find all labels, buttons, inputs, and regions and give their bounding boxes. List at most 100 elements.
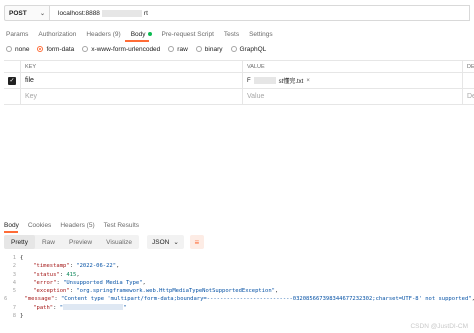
redacted-link[interactable] xyxy=(63,303,124,310)
body-type-options: none form-data x-www-form-urlencoded raw… xyxy=(6,44,266,54)
wrap-lines-icon: ≡ xyxy=(194,237,200,247)
tab-label: Settings xyxy=(249,30,273,38)
header-value: VALUE xyxy=(242,61,462,72)
line-number: 4 xyxy=(12,279,16,286)
method-select[interactable]: POST ⌄ xyxy=(4,5,50,21)
file-chip: F st懂完.txt × xyxy=(247,76,310,85)
wrap-lines-button[interactable]: ≡ xyxy=(189,235,204,249)
view-raw-button[interactable]: Raw xyxy=(35,235,62,249)
tab-label: Pre-request Script xyxy=(161,30,214,38)
radio-form-data[interactable]: form-data xyxy=(37,46,74,53)
status-dot-icon xyxy=(147,32,152,36)
code-line: 8} xyxy=(4,312,470,320)
header-key: KEY xyxy=(20,61,242,72)
json-value: 415 xyxy=(66,271,77,278)
file-name-suffix: st懂完.txt xyxy=(278,79,304,85)
line-number: 3 xyxy=(12,271,16,278)
radio-label: x-www-form-urlencoded xyxy=(91,45,161,53)
tab-tests[interactable]: Tests xyxy=(224,28,239,40)
json-key: "exception" xyxy=(33,288,70,295)
chevron-down-icon: ⌄ xyxy=(39,10,45,17)
tab-pre-request-script[interactable]: Pre-request Script xyxy=(162,28,214,40)
radio-icon xyxy=(6,46,12,52)
value-cell[interactable]: F st懂完.txt × xyxy=(242,73,462,88)
tab-params[interactable]: Params xyxy=(6,28,28,40)
watermark: CSDN @JustDI-CM xyxy=(410,323,468,330)
radio-icon xyxy=(168,46,175,52)
redacted-area xyxy=(253,77,276,84)
tab-test-results[interactable]: Test Results xyxy=(104,222,139,229)
form-data-table: KEY VALUE DESC ✓ file F st懂完.txt × Key V… xyxy=(4,60,474,105)
view-mode-group: Pretty Raw Preview Visualize xyxy=(4,235,140,249)
line-number: 6 xyxy=(4,296,8,303)
checkbox-checked-icon[interactable]: ✓ xyxy=(8,76,16,85)
json-key: "path" xyxy=(33,304,54,311)
json-key: "error" xyxy=(33,279,57,286)
close-icon[interactable]: × xyxy=(306,78,310,84)
json-value: "2022-06-22" xyxy=(76,263,117,270)
code-line: 2 "timestamp": "2022-06-22", xyxy=(4,262,470,270)
radio-label: none xyxy=(15,45,30,53)
view-preview-button[interactable]: Preview xyxy=(62,235,99,249)
url-suffix: rt xyxy=(143,9,148,17)
code-text: } xyxy=(20,313,24,320)
json-key: "message" xyxy=(24,296,55,303)
tab-settings[interactable]: Settings xyxy=(249,28,273,40)
desc-cell[interactable] xyxy=(462,73,474,88)
radio-icon xyxy=(82,46,89,52)
view-visualize-button[interactable]: Visualize xyxy=(99,235,139,249)
code-line: 4 "error": "Unsupported Media Type", xyxy=(4,279,470,287)
json-value: "Unsupported Media Type" xyxy=(63,279,143,286)
key-placeholder[interactable]: Key xyxy=(20,89,242,104)
json-value: "org.springframework.web.HttpMediaTypeNo… xyxy=(76,288,275,295)
method-label: POST xyxy=(9,9,27,17)
header-spacer xyxy=(4,61,20,72)
radio-binary[interactable]: binary xyxy=(195,45,223,53)
format-value: JSON xyxy=(152,238,170,246)
json-key: "status" xyxy=(33,271,60,278)
file-name-prefix: F xyxy=(247,77,251,84)
radio-label: form-data xyxy=(46,45,75,53)
tab-label: Authorization xyxy=(38,30,77,38)
line-number: 8 xyxy=(12,313,16,320)
tab-cookies[interactable]: Cookies xyxy=(28,222,51,229)
tab-body[interactable]: Body xyxy=(131,28,152,40)
radio-graphql[interactable]: GraphQL xyxy=(230,46,266,53)
url-input[interactable]: localhost:8888 rt xyxy=(50,5,470,21)
radio-raw[interactable]: raw xyxy=(168,46,188,53)
radio-icon xyxy=(195,46,202,52)
tab-headers[interactable]: Headers (9) xyxy=(86,28,120,40)
format-select[interactable]: JSON ⌄ xyxy=(147,235,184,249)
tab-authorization[interactable]: Authorization xyxy=(38,28,76,40)
row-checkbox-cell: ✓ xyxy=(4,73,20,88)
table-row: ✓ file F st懂完.txt × xyxy=(4,73,474,89)
code-text: { xyxy=(20,255,24,261)
radio-selected-icon xyxy=(37,46,44,52)
code-line: 1{ xyxy=(4,254,470,262)
json-value: "Content type 'multipart/form-data;bound… xyxy=(61,296,472,303)
tab-response-headers[interactable]: Headers (5) xyxy=(60,222,94,229)
value-placeholder[interactable]: Value xyxy=(242,89,462,104)
code-line: 7 "path": " " xyxy=(4,303,470,312)
request-bar: POST ⌄ localhost:8888 rt xyxy=(4,5,470,21)
radio-none[interactable]: none xyxy=(6,46,29,53)
code-line: 5 "exception": "org.springframework.web.… xyxy=(4,287,470,295)
row-spacer xyxy=(4,89,20,104)
line-number: 5 xyxy=(12,288,16,295)
line-number: 2 xyxy=(12,263,16,270)
tab-label: Params xyxy=(6,30,29,38)
table-header-row: KEY VALUE DESC xyxy=(4,61,474,73)
table-row-placeholder: Key Value Des- xyxy=(4,89,474,105)
desc-placeholder[interactable]: Des- xyxy=(462,89,474,104)
line-number: 7 xyxy=(12,304,16,311)
header-desc: DESC xyxy=(462,61,474,72)
response-tabs: Body Cookies Headers (5) Test Results xyxy=(4,220,139,230)
tab-response-body[interactable]: Body xyxy=(4,222,19,229)
active-tab-indicator xyxy=(4,231,18,233)
tab-label: Headers (9) xyxy=(86,30,121,38)
view-pretty-button[interactable]: Pretty xyxy=(4,235,35,249)
radio-label: binary xyxy=(204,45,223,53)
key-cell[interactable]: file xyxy=(20,73,242,88)
radio-x-www-form-urlencoded[interactable]: x-www-form-urlencoded xyxy=(82,46,160,53)
redacted-area xyxy=(101,9,142,17)
